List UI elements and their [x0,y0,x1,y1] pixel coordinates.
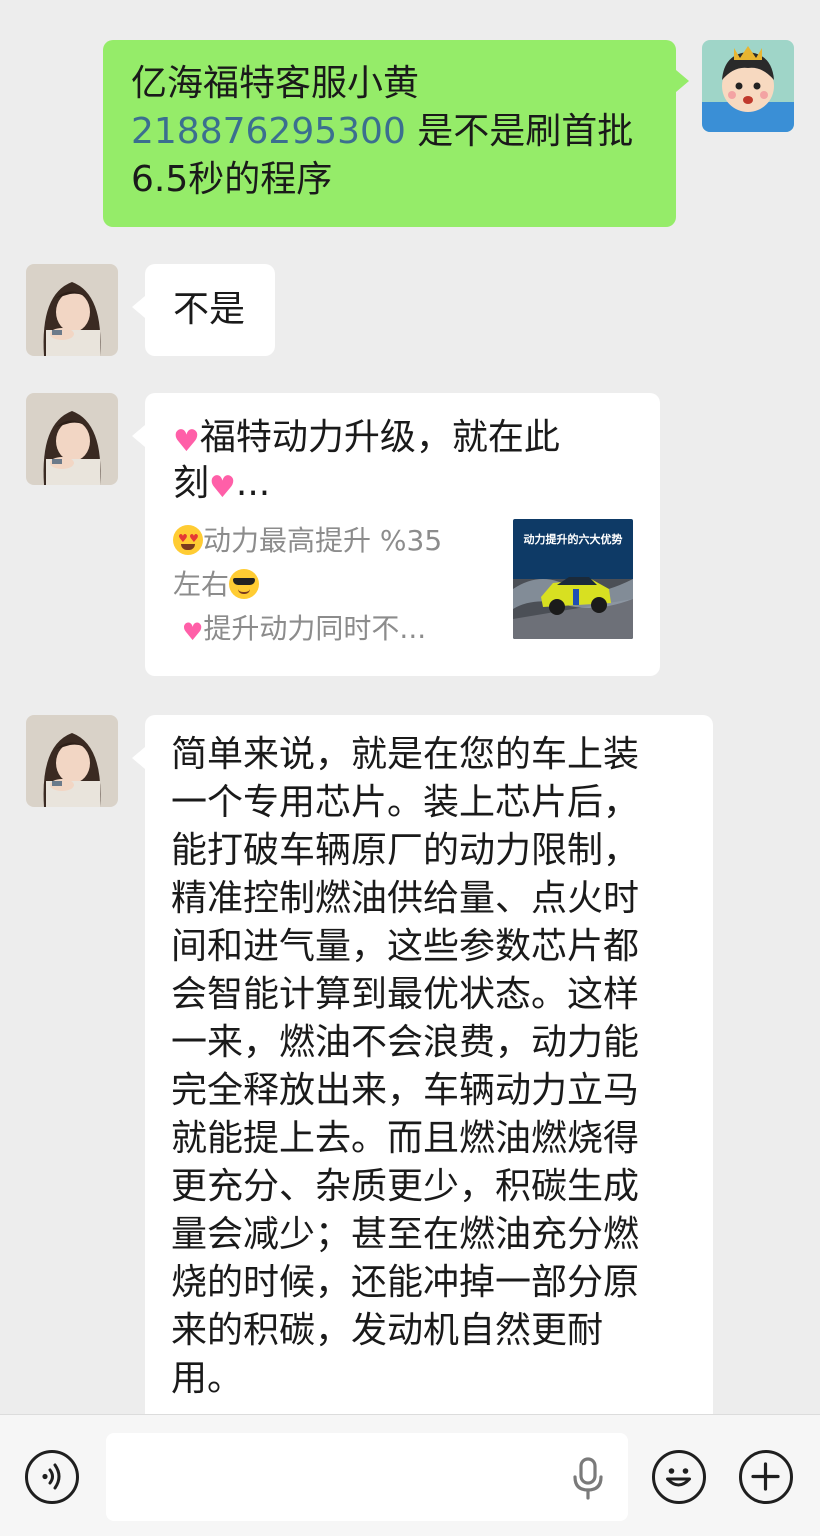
heart-eyes-emoji-icon: ♥ ♥ [173,525,203,555]
contact-avatar[interactable] [26,715,118,807]
phone-number-link[interactable]: 218876295300 [131,111,406,152]
link-card-thumbnail: 动力提升的六大优势 [513,519,633,639]
incoming-message-bubble[interactable]: 不是 [145,264,275,356]
emoji-icon [666,1468,691,1487]
outgoing-message-bubble[interactable]: 亿海福特客服小黄 218876295300 是不是刷首批 6.5秒的程序 [103,40,676,227]
message-input[interactable] [106,1433,628,1521]
emoji-button[interactable] [652,1450,706,1504]
chat-messages-area[interactable]: 亿海福特客服小黄 218876295300 是不是刷首批 6.5秒的程序 不是 [0,0,820,1414]
message-text: 亿海福特客服小黄 218876295300 是不是刷首批 6.5秒的程序 [131,63,634,200]
voice-mode-icon [42,1463,61,1490]
contact-avatar[interactable] [26,393,118,485]
link-card[interactable]: ♥福特动力升级，就在此 刻♥... ♥ ♥ 动力最高提升 %35 左右 ♥提升动力同… [145,393,660,676]
link-card-description: ♥ ♥ 动力最高提升 %35 左右 ♥提升动力同时不... [173,524,443,646]
incoming-message-bubble[interactable]: 简单来说，就是在您的车上装 一个专用芯片。装上芯片后， 能打破车辆原厂的动力限制… [145,715,713,1414]
microphone-icon [573,1457,603,1500]
message-text: 简单来说，就是在您的车上装 一个专用芯片。装上芯片后， 能打破车辆原厂的动力限制… [171,734,640,1399]
add-icon [751,1462,780,1491]
sparkling-heart-icon: ♥ [173,424,200,459]
message-text: 不是 [173,289,246,330]
add-button[interactable] [739,1450,793,1504]
sunglasses-emoji-icon [229,569,260,599]
microphone-button[interactable] [570,1457,606,1501]
thumbnail-caption: 动力提升的六大优势 [524,532,623,546]
voice-mode-button[interactable] [25,1450,79,1504]
contact-avatar[interactable] [26,264,118,356]
two-hearts-icon: ♥ [181,618,204,646]
link-card-title: ♥福特动力升级，就在此 刻♥... [173,417,560,505]
sparkling-heart-icon: ♥ [209,470,236,505]
my-avatar[interactable] [702,40,794,132]
chat-input-bar [0,1414,820,1536]
